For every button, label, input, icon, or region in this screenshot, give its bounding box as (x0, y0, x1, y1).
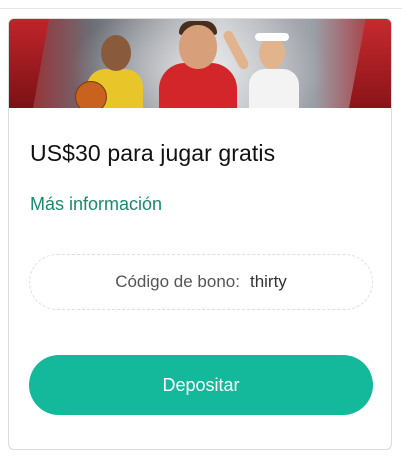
more-info-link[interactable]: Más información (30, 194, 162, 215)
banner-stripe-right (349, 19, 391, 108)
hero-banner-image (9, 19, 391, 108)
soccer-player-head (179, 25, 217, 69)
offer-card: US$30 para jugar gratis Más información … (8, 18, 392, 450)
top-divider (0, 0, 402, 9)
banner-stripe-left (9, 19, 49, 108)
soccer-player-jersey (159, 63, 237, 108)
bonus-code-label: Código de bono: (115, 272, 240, 291)
basketball-player-head (101, 35, 131, 71)
deposit-button[interactable]: Depositar (29, 355, 373, 415)
bonus-code-value: thirty (249, 272, 287, 291)
basketball-icon (75, 81, 107, 108)
tennis-player-visor (255, 33, 289, 41)
tennis-player-shirt (249, 69, 299, 108)
bonus-code-box: Código de bono: thirty (29, 254, 373, 310)
offer-title: US$30 para jugar gratis (30, 140, 276, 166)
tennis-player-head (259, 37, 285, 69)
